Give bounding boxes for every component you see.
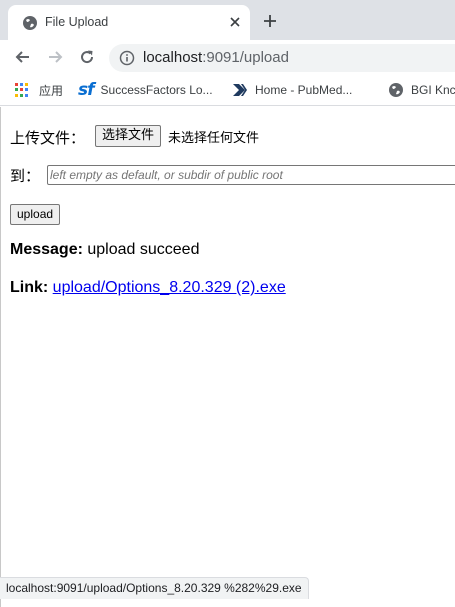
- status-bar-url: localhost:9091/upload/Options_8.20.329 %…: [0, 577, 309, 599]
- upload-button[interactable]: upload: [10, 204, 61, 225]
- site-info-icon[interactable]: [119, 50, 135, 66]
- bookmarks-bar: 应用 sf SuccessFactors Lo... Home - PubMed…: [0, 75, 455, 106]
- new-tab-plus-icon[interactable]: [262, 13, 278, 29]
- message-label: Message:: [10, 241, 83, 258]
- back-arrow-icon[interactable]: [14, 48, 32, 66]
- message-value: upload succeed: [87, 241, 200, 258]
- reload-icon[interactable]: [78, 48, 96, 66]
- bookmark-label: BGI Knc: [411, 83, 455, 97]
- link-label: Link:: [10, 279, 49, 296]
- browser-toolbar: localhost:9091/upload: [0, 40, 455, 75]
- tab-title: File Upload: [45, 15, 109, 29]
- bookmark-apps[interactable]: 应用: [14, 75, 63, 105]
- uploaded-file-link[interactable]: upload/Options_8.20.329 (2).exe: [53, 279, 286, 296]
- destination-input[interactable]: [47, 165, 455, 185]
- forward-arrow-icon[interactable]: [46, 48, 64, 66]
- file-status-text: 未选择任何文件: [168, 131, 260, 146]
- apps-grid-icon: [14, 82, 30, 98]
- successfactors-logo-icon: sf: [78, 80, 94, 100]
- url-text: localhost:9091/upload: [143, 49, 289, 66]
- bookmark-label: SuccessFactors Lo...: [100, 83, 213, 97]
- bookmark-successfactors[interactable]: sf SuccessFactors Lo...: [78, 75, 213, 105]
- bookmark-label: 应用: [39, 83, 64, 98]
- file-label: 上传文件：: [10, 129, 86, 147]
- bookmark-pubmed[interactable]: Home - PubMed...: [232, 75, 352, 105]
- bookmark-label: Home - PubMed...: [255, 83, 353, 97]
- link-line: Link: upload/Options_8.20.329 (2).exe: [10, 279, 286, 297]
- bookmark-bgi[interactable]: BGI Knc: [388, 75, 455, 105]
- message-line: Message: upload succeed: [10, 241, 199, 259]
- globe-icon: [389, 83, 403, 97]
- globe-icon: [23, 16, 37, 30]
- choose-file-button[interactable]: 选择文件: [95, 125, 162, 147]
- page-content: 上传文件： 选择文件 未选择任何文件 到： upload Message: up…: [0, 107, 455, 607]
- close-icon[interactable]: [227, 14, 243, 30]
- destination-label: 到：: [10, 167, 41, 185]
- address-bar[interactable]: localhost:9091/upload: [109, 44, 455, 72]
- tab-file-upload[interactable]: File Upload: [8, 5, 250, 40]
- tab-strip: File Upload: [0, 0, 455, 40]
- pubmed-logo-icon: [233, 84, 247, 96]
